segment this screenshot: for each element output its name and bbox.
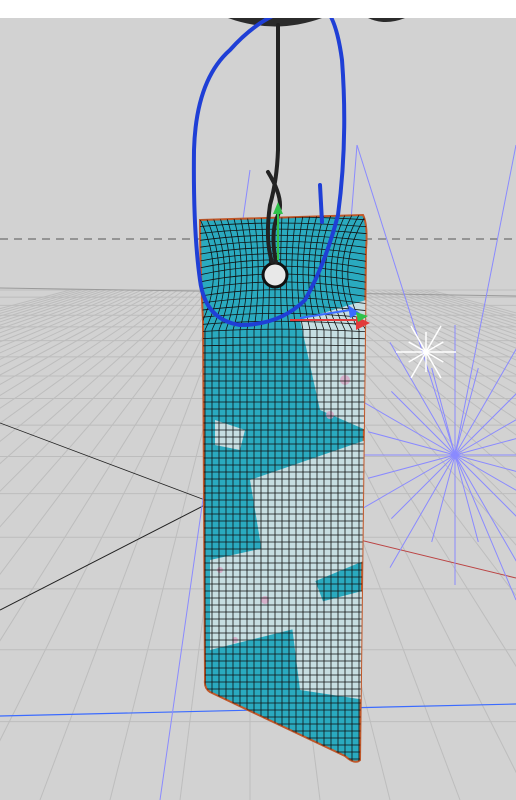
scene-svg: [0, 18, 516, 800]
viewport-header-strip: [0, 0, 516, 18]
black-axis-line: [0, 504, 206, 611]
tag-eyelet[interactable]: [261, 261, 289, 289]
annotation-tick: [318, 183, 324, 224]
x-axis-line: [359, 539, 516, 579]
3d-viewport[interactable]: [0, 0, 516, 800]
sun-light-icon[interactable]: [396, 325, 456, 379]
hang-tag-mesh[interactable]: [195, 213, 370, 780]
scene-canvas[interactable]: [0, 18, 516, 800]
black-axis-line-2: [0, 422, 206, 501]
